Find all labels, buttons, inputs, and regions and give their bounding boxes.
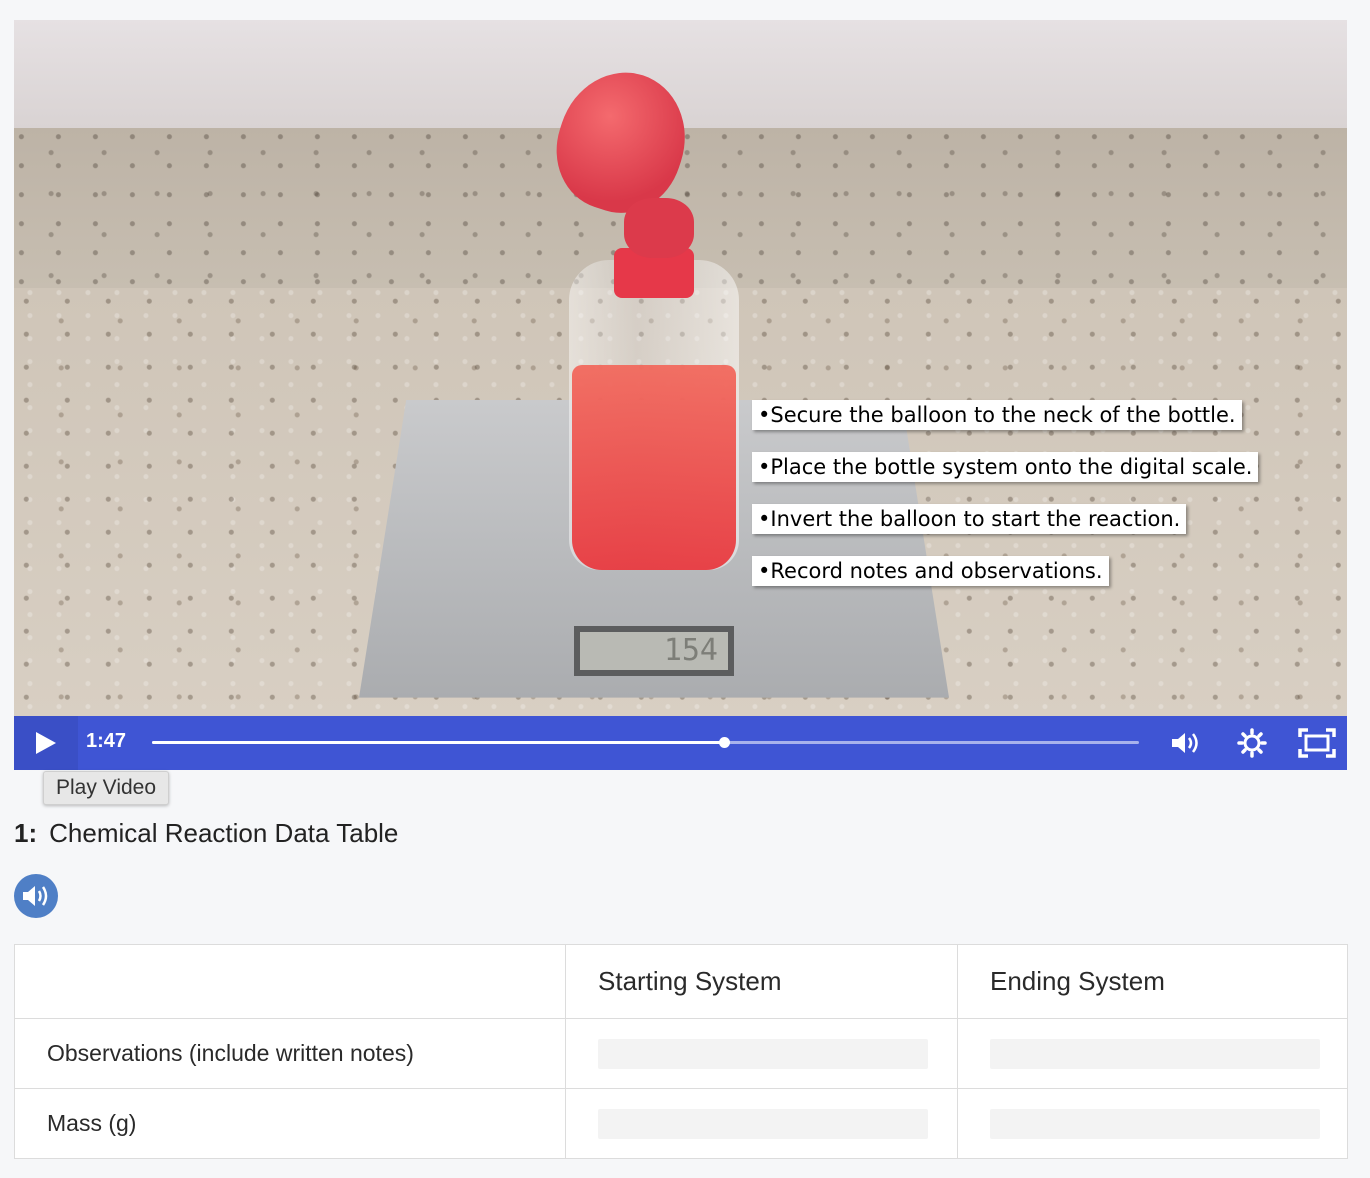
volume-icon[interactable]	[1170, 728, 1202, 758]
row-label: Mass (g)	[14, 1088, 566, 1159]
video-controls: 1:47	[14, 716, 1347, 770]
question-title: Chemical Reaction Data Table	[49, 818, 399, 848]
video-captions: •Secure the balloon to the neck of the b…	[752, 400, 1259, 608]
play-video-tooltip: Play Video	[43, 771, 170, 805]
table-cell	[957, 1018, 1348, 1089]
mass-starting-input[interactable]	[598, 1108, 928, 1139]
mass-ending-input[interactable]	[990, 1108, 1320, 1139]
settings-gear-icon[interactable]	[1236, 728, 1268, 758]
table-header-row: Starting System Ending System	[14, 944, 1348, 1019]
column-header	[14, 944, 566, 1019]
progress-handle[interactable]	[719, 737, 731, 748]
caption-line: •Record notes and observations.	[752, 556, 1109, 586]
progress-bar[interactable]	[152, 737, 1139, 748]
row-label: Observations (include written notes)	[14, 1018, 566, 1089]
caption-line: •Place the bottle system onto the digita…	[752, 452, 1259, 482]
scale-display: 154	[574, 626, 734, 676]
observations-ending-input[interactable]	[990, 1038, 1320, 1069]
table-cell	[957, 1088, 1348, 1159]
play-icon	[36, 732, 56, 754]
read-aloud-button[interactable]	[14, 874, 58, 918]
table-row: Mass (g)	[14, 1088, 1348, 1159]
play-button[interactable]	[14, 716, 78, 770]
caption-line: •Invert the balloon to start the reactio…	[752, 504, 1187, 534]
question-heading: 1: Chemical Reaction Data Table	[14, 818, 398, 849]
table-row: Observations (include written notes)	[14, 1018, 1348, 1089]
question-number: 1:	[14, 818, 38, 848]
balloon-knot	[624, 198, 694, 258]
bottle-liquid	[572, 365, 736, 570]
observations-starting-input[interactable]	[598, 1038, 928, 1069]
caption-line: •Secure the balloon to the neck of the b…	[752, 400, 1242, 430]
progress-fill	[152, 741, 725, 744]
video-player[interactable]: 154 •Secure the balloon to the neck of t…	[14, 20, 1347, 770]
speaker-icon	[23, 886, 48, 906]
video-time: 1:47	[86, 730, 127, 752]
scale-readout: 154	[580, 632, 728, 670]
column-header: Starting System	[565, 944, 958, 1019]
data-table: Starting System Ending System Observatio…	[14, 944, 1348, 1159]
column-header: Ending System	[957, 944, 1348, 1019]
fullscreen-icon[interactable]	[1298, 728, 1336, 758]
table-cell	[565, 1018, 958, 1089]
table-cell	[565, 1088, 958, 1159]
